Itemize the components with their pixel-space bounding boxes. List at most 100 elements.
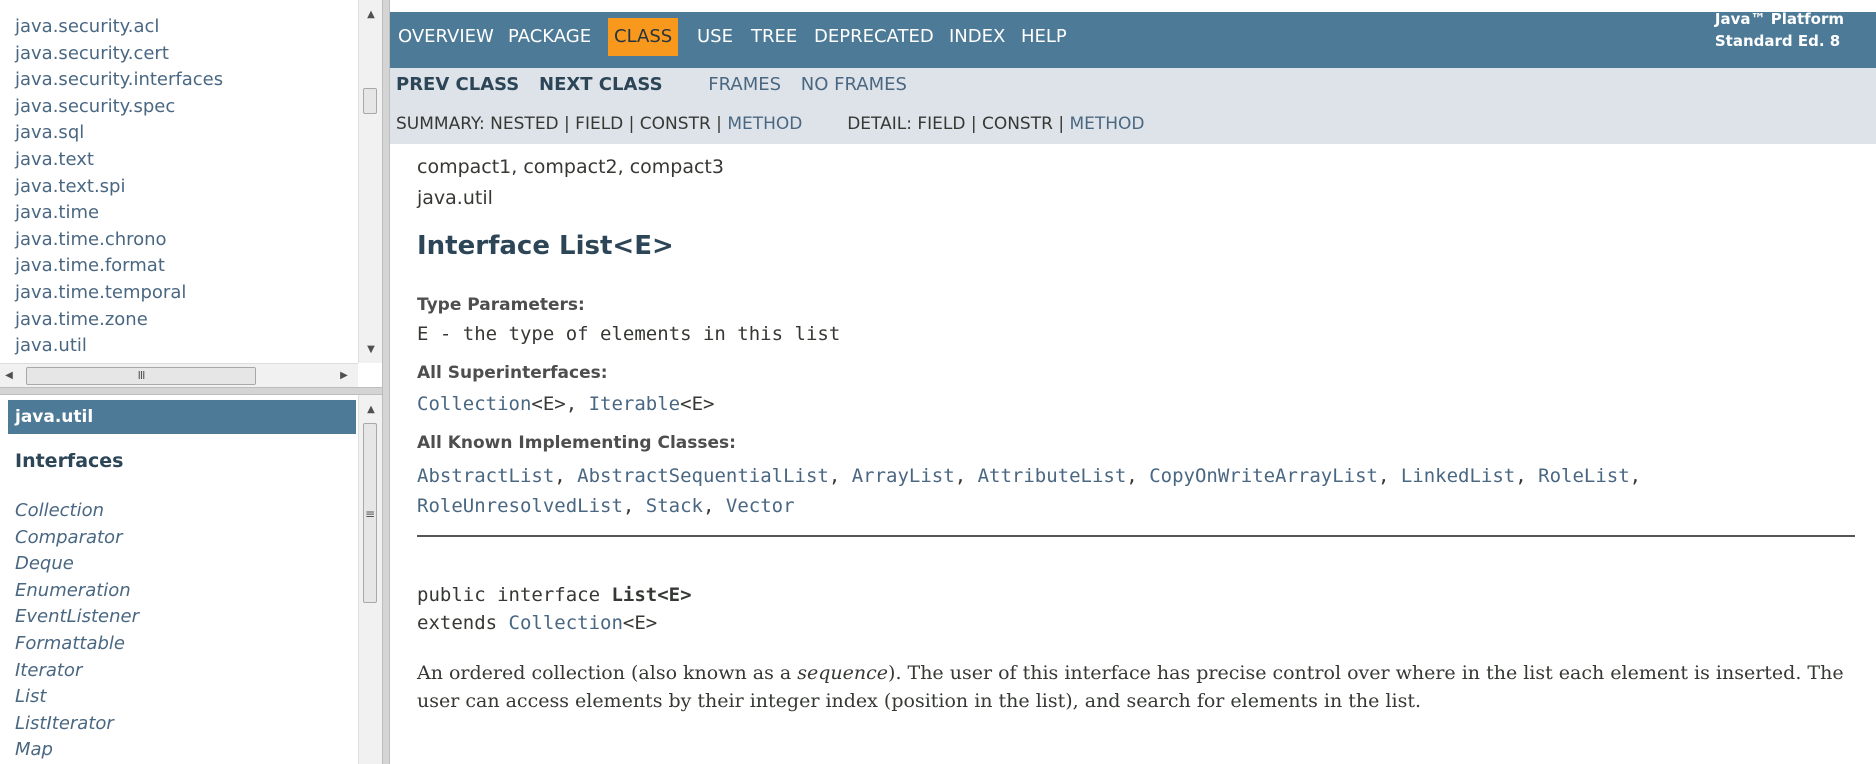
package-link[interactable]: java.text [15, 147, 223, 174]
scroll-right-arrow-icon[interactable]: ▶ [336, 367, 352, 385]
implementing-class-link[interactable]: RoleUnresolvedList [417, 495, 623, 517]
extends-type-link[interactable]: Collection [509, 612, 623, 634]
class-nav-row: PREV CLASS NEXT CLASS FRAMES NO FRAMES [396, 74, 921, 95]
scroll-left-arrow-icon[interactable]: ◀ [2, 367, 16, 385]
frame-divider[interactable] [0, 387, 382, 395]
generic-suffix: <E> [680, 393, 715, 415]
package-link[interactable]: java.time.chrono [15, 227, 223, 254]
package-link[interactable]: java.sql [15, 120, 223, 147]
interface-link[interactable]: Collection [15, 498, 139, 525]
platform-edition: Standard Ed. 8 [1714, 32, 1841, 50]
interface-link[interactable]: Deque [15, 551, 139, 578]
scrollbar-thumb[interactable] [363, 88, 377, 114]
interface-link[interactable]: Formattable [15, 631, 139, 658]
interface-link[interactable]: Iterator [15, 658, 139, 685]
implementing-classes-list: AbstractList, AbstractSequentialList, Ar… [417, 465, 1642, 517]
declaration: public interface List<E> extends Collect… [417, 581, 1857, 637]
package-header[interactable]: java.util [8, 400, 356, 434]
interfaces-heading: Interfaces [15, 450, 124, 472]
packages-vertical-scrollbar[interactable]: ▲ ▼ [358, 0, 382, 363]
scroll-down-arrow-icon[interactable]: ▼ [361, 341, 381, 359]
superinterfaces-label: All Superinterfaces: [417, 363, 608, 383]
scrollbar-thumb[interactable]: III [26, 367, 256, 385]
detail-method-link[interactable]: METHOD [1069, 114, 1144, 134]
interface-link[interactable]: Enumeration [15, 578, 139, 605]
scrollbar-thumb[interactable]: ≡ [363, 423, 377, 603]
superinterfaces-list: Collection<E>, Iterable<E> [417, 393, 715, 415]
interface-link[interactable]: List [15, 684, 139, 711]
prev-class-link[interactable]: PREV CLASS [396, 74, 519, 95]
platform-name: Java™ Platform [1714, 10, 1844, 28]
platform-label: Java™ Platform Standard Ed. 8 [1715, 8, 1844, 52]
implementing-class-link[interactable]: ArrayList [852, 465, 955, 487]
frames-link[interactable]: FRAMES [708, 74, 781, 95]
package-link[interactable]: java.security.cert [15, 41, 223, 68]
description-paragraph: An ordered collection (also known as a s… [417, 659, 1857, 715]
frame-divider[interactable] [382, 0, 390, 764]
type-parameter-description: - the type of elements in this list [428, 323, 841, 345]
package-link[interactable]: java.security.spec [15, 94, 223, 121]
packages-frame: java.security.acl java.security.cert jav… [0, 0, 382, 387]
package-link[interactable]: java.text.spi [15, 174, 223, 201]
nav-package[interactable]: PACKAGE [502, 18, 597, 56]
implementing-class-link[interactable]: LinkedList [1401, 465, 1515, 487]
nav-use[interactable]: USE [691, 18, 739, 56]
interface-link[interactable]: Comparator [15, 525, 139, 552]
nav-overview[interactable]: OVERVIEW [392, 18, 500, 56]
implementing-class-link[interactable]: Vector [726, 495, 795, 517]
type-parameters-label: Type Parameters: [417, 295, 585, 315]
generic-suffix: <E> [622, 612, 658, 634]
nav-tree[interactable]: TREE [745, 18, 803, 56]
package-link[interactable]: java.util [15, 333, 223, 360]
class-description: compact1, compact2, compact3 java.util I… [417, 156, 1857, 715]
scroll-up-arrow-icon[interactable]: ▲ [361, 401, 381, 419]
implementing-class-link[interactable]: AttributeList [978, 465, 1127, 487]
implementing-class-link[interactable]: RoleList [1538, 465, 1630, 487]
scroll-up-arrow-icon[interactable]: ▲ [361, 6, 381, 24]
implementing-classes-label: All Known Implementing Classes: [417, 433, 736, 453]
interface-link[interactable]: ListIterator [15, 711, 139, 738]
summary-method-link[interactable]: METHOD [727, 114, 802, 134]
class-content-frame: OVERVIEW PACKAGE CLASS USE TREE DEPRECAT… [390, 0, 1876, 764]
package-link[interactable]: java.time.zone [15, 307, 223, 334]
profiles: compact1, compact2, compact3 [417, 156, 724, 178]
interface-link[interactable]: EventListener [15, 604, 139, 631]
implementing-class-link[interactable]: AbstractList [417, 465, 554, 487]
package-link[interactable]: java.security.interfaces [15, 67, 223, 94]
implementing-class-link[interactable]: CopyOnWriteArrayList [1149, 465, 1378, 487]
section-divider [417, 535, 1855, 537]
page-title: Interface List<E> [417, 231, 674, 261]
classes-vertical-scrollbar[interactable]: ▲ ≡ [358, 395, 382, 764]
interface-link[interactable]: Map [15, 737, 139, 764]
implementing-class-link[interactable]: AbstractSequentialList [577, 465, 829, 487]
declaration-prefix: public interface [417, 584, 612, 606]
description-text: An ordered collection (also known as a [417, 662, 798, 684]
type-parameter: E - the type of elements in this list [417, 323, 1857, 345]
declaration-name: List<E> [611, 584, 692, 606]
declaration-extends: extends Collection<E> [417, 609, 1857, 637]
nav-index[interactable]: INDEX [943, 18, 1011, 56]
package-link[interactable]: java.time.temporal [15, 280, 223, 307]
top-navigation-bar: OVERVIEW PACKAGE CLASS USE TREE DEPRECAT… [390, 10, 1876, 68]
classes-frame: java.util Interfaces Collection Comparat… [0, 395, 382, 764]
packages-horizontal-scrollbar[interactable]: ◀ III ▶ [0, 363, 358, 387]
package-link[interactable]: java.security.acl [15, 14, 223, 41]
superinterface-link[interactable]: Collection [417, 393, 531, 415]
implementing-class-link[interactable]: Stack [646, 495, 703, 517]
superinterface-link[interactable]: Iterable [589, 393, 681, 415]
sub-navigation: PREV CLASS NEXT CLASS FRAMES NO FRAMES S… [390, 68, 1876, 144]
package-link[interactable]: java.time.format [15, 253, 223, 280]
summary-detail-row: SUMMARY: NESTED | FIELD | CONSTR | METHO… [396, 114, 1145, 134]
summary-label: SUMMARY: NESTED | FIELD | CONSTR | [396, 114, 728, 134]
generic-suffix: <E> [531, 393, 566, 415]
nav-class: CLASS [608, 18, 679, 56]
package-list: java.security.acl java.security.cert jav… [15, 14, 223, 360]
detail-label: DETAIL: FIELD | CONSTR | [847, 114, 1070, 134]
type-parameter-name: E [417, 323, 429, 345]
next-class-link[interactable]: NEXT CLASS [539, 74, 663, 95]
package-link[interactable]: java.time [15, 200, 223, 227]
nav-help[interactable]: HELP [1015, 18, 1073, 56]
nav-deprecated[interactable]: DEPRECATED [808, 18, 940, 56]
no-frames-link[interactable]: NO FRAMES [801, 74, 907, 95]
description-emphasis: sequence [797, 662, 889, 684]
